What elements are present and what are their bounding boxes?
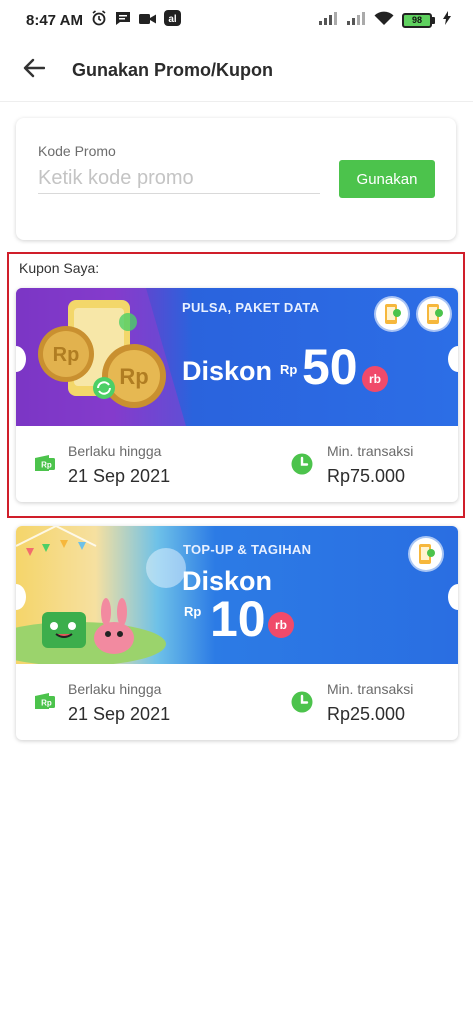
- status-bar: 8:47 AM al 98: [0, 0, 473, 40]
- coupon-category: PULSA, PAKET DATA: [182, 300, 320, 315]
- valid-until-label: Berlaku hingga: [68, 681, 162, 697]
- coupon-currency: Rp: [280, 362, 298, 377]
- signal-icon: [318, 11, 338, 29]
- ticket-notch-right: [448, 346, 458, 372]
- coupon-card[interactable]: TOP-UP & TAGIHAN Diskon Rp 10 rb Rp Berl…: [16, 526, 458, 740]
- app-bar: Gunakan Promo/Kupon: [0, 40, 473, 102]
- alarm-icon: [91, 10, 107, 30]
- message-icon: [115, 11, 131, 30]
- coupon-details: Rp Berlaku hingga 21 Sep 2021 Min. trans…: [16, 664, 458, 740]
- valid-until-date: 21 Sep 2021: [68, 704, 171, 724]
- status-time: 8:47 AM: [26, 11, 83, 29]
- promo-code-input[interactable]: [38, 164, 320, 194]
- coupon-currency: Rp: [184, 604, 202, 619]
- coupon-category: TOP-UP & TAGIHAN: [183, 542, 312, 557]
- promo-code-card: Kode Promo Gunakan: [16, 118, 456, 240]
- svg-text:al: al: [168, 14, 177, 25]
- coupon-details: Rp Berlaku hingga 21 Sep 2021 Min. trans…: [16, 426, 458, 502]
- coupon-headline: Diskon: [182, 356, 273, 386]
- svg-text:Rp: Rp: [119, 364, 148, 389]
- video-icon: [138, 12, 156, 29]
- bill-payment-icon: [410, 538, 442, 570]
- coupon-amount: 10: [210, 591, 266, 647]
- rupiah-icon: Rp: [34, 692, 56, 715]
- coupon-unit-badge: rb: [362, 366, 388, 392]
- signal-icon-2: [346, 11, 366, 29]
- coupon-amount: 50: [302, 339, 358, 395]
- valid-until-date: 21 Sep 2021: [68, 466, 171, 486]
- charging-icon: [443, 11, 451, 29]
- promo-code-label: Kode Promo: [38, 143, 116, 159]
- app-notification-icon: al: [163, 10, 181, 30]
- svg-text:Rp: Rp: [41, 699, 52, 708]
- page-title: Gunakan Promo/Kupon: [72, 60, 274, 80]
- svg-text:Rp: Rp: [53, 344, 80, 366]
- min-transaction-label: Min. transaksi: [327, 681, 414, 697]
- phone-credit-icon: [376, 298, 408, 330]
- coupon-banner: TOP-UP & TAGIHAN Diskon Rp 10 rb: [16, 526, 458, 664]
- coupons-section-label: Kupon Saya:: [19, 260, 100, 276]
- back-button[interactable]: [14, 51, 54, 91]
- min-transaction-value: Rp75.000: [327, 466, 406, 486]
- arrow-left-icon: [23, 58, 46, 83]
- clock-icon: [291, 453, 313, 480]
- clock-icon: [291, 691, 313, 718]
- min-transaction-value: Rp25.000: [327, 704, 406, 724]
- battery-level: 98: [402, 12, 432, 28]
- data-package-icon: [418, 298, 450, 330]
- valid-until-label: Berlaku hingga: [68, 443, 162, 459]
- battery-icon: 98: [402, 12, 435, 28]
- coupon-card[interactable]: Rp Rp PULSA, PAKET DATA Diskon Rp 50 rb …: [16, 288, 458, 502]
- wifi-icon: [374, 11, 394, 30]
- rupiah-icon: Rp: [34, 454, 56, 477]
- coupon-unit-badge: rb: [268, 612, 294, 638]
- apply-promo-button[interactable]: Gunakan: [339, 160, 435, 198]
- coupon-banner: Rp Rp PULSA, PAKET DATA Diskon Rp 50 rb: [16, 288, 458, 426]
- coins-illustration: Rp Rp: [16, 288, 186, 426]
- svg-text:Rp: Rp: [41, 461, 52, 470]
- ticket-notch-right: [448, 584, 458, 610]
- min-transaction-label: Min. transaksi: [327, 443, 414, 459]
